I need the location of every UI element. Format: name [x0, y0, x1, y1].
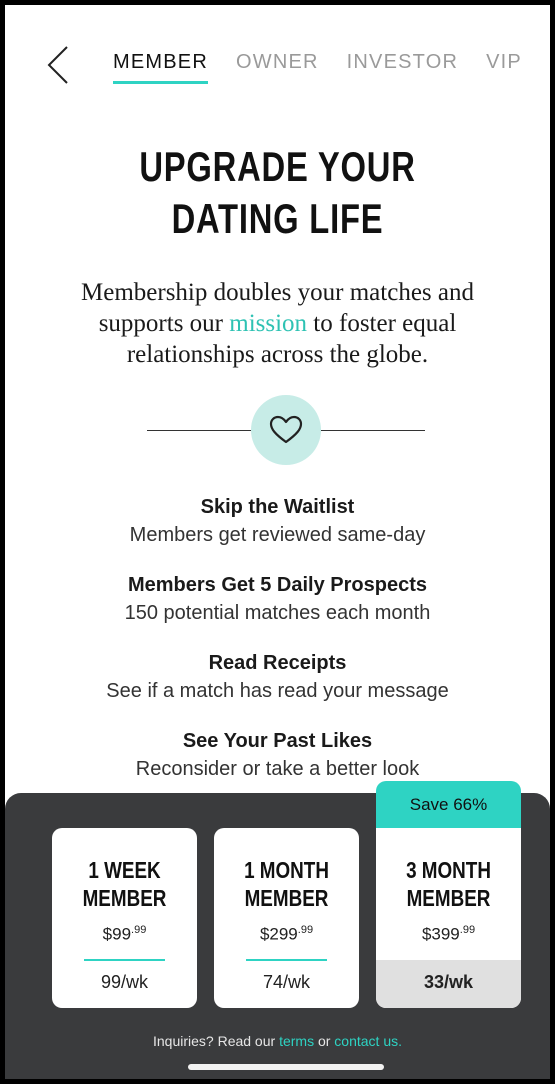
back-button[interactable] [45, 45, 71, 85]
mission-link[interactable]: mission [229, 310, 307, 337]
plan-per-week: 99/wk [100, 972, 149, 992]
tier-tabs: MEMBER OWNER INVESTOR VIP [113, 51, 522, 84]
plan-name-line1: 1 MONTH [244, 857, 329, 883]
tab-member[interactable]: MEMBER [113, 51, 208, 84]
plan-name-line1: 1 WEEK [88, 857, 161, 883]
feature-item: Members Get 5 Daily Prospects 150 potent… [5, 571, 550, 627]
plan-name-line2: MEMBER [406, 885, 491, 911]
price-cents: .99 [297, 924, 314, 936]
intro-text: Membership doubles your matches and supp… [45, 277, 510, 370]
plan-options: 1 WEEK MEMBER $99.99 99/wk 1 MONTH MEMBE… [52, 828, 521, 1008]
inquiries-text: Inquiries? Read our terms or contact us. [5, 1033, 550, 1049]
plan-card-3-month[interactable]: 3 MONTH MEMBER $399.99 33/wk [376, 828, 521, 1008]
feature-item: See Your Past Likes Reconsider or take a… [5, 727, 550, 783]
feature-title: Members Get 5 Daily Prospects [127, 574, 427, 596]
feature-desc: Members get reviewed same-day [129, 524, 426, 546]
contact-link[interactable]: contact us. [334, 1033, 402, 1049]
feature-item: Read Receipts See if a match has read yo… [5, 649, 550, 705]
tab-owner[interactable]: OWNER [236, 51, 319, 84]
tab-vip[interactable]: VIP [486, 51, 522, 84]
divider-line-right [321, 430, 425, 431]
feature-desc: 150 potential matches each month [124, 602, 431, 624]
price-cents: .99 [459, 924, 476, 936]
price-main: $299 [259, 924, 298, 944]
page-title-line2: DATING LIFE [171, 195, 384, 242]
plan-price: $299.99 [214, 924, 359, 945]
feature-list: Skip the Waitlist Members get reviewed s… [5, 493, 550, 805]
home-indicator[interactable] [188, 1064, 384, 1070]
plan-name-line2: MEMBER [82, 885, 167, 911]
chevron-left-icon [47, 46, 68, 84]
plan-per-week: 33/wk [423, 972, 474, 992]
plan-card-1-month[interactable]: 1 MONTH MEMBER $299.99 74/wk [214, 828, 359, 1008]
plan-name: 1 WEEK MEMBER [65, 856, 184, 912]
divider-line-left [147, 430, 251, 431]
feature-title: See Your Past Likes [182, 730, 373, 752]
plan-name-line2: MEMBER [244, 885, 329, 911]
plan-card-1-week[interactable]: 1 WEEK MEMBER $99.99 99/wk [52, 828, 197, 1008]
screen: MEMBER OWNER INVESTOR VIP UPGRADE YOUR D… [5, 5, 550, 1079]
feature-title: Skip the Waitlist [200, 496, 355, 518]
plan-name: 3 MONTH MEMBER [389, 856, 508, 912]
terms-link[interactable]: terms [279, 1033, 314, 1049]
page-title: UPGRADE YOUR DATING LIFE [65, 141, 490, 245]
feature-item: Skip the Waitlist Members get reviewed s… [5, 493, 550, 549]
heart-divider [5, 395, 550, 465]
heart-badge [251, 395, 321, 465]
inquiries-mid: or [314, 1033, 335, 1049]
feature-title: Read Receipts [208, 652, 347, 674]
plan-name-line1: 3 MONTH [406, 857, 491, 883]
plan-per-week: 74/wk [262, 972, 311, 992]
plan-separator [84, 959, 165, 961]
save-badge: Save 66% [376, 781, 521, 828]
inquiries-prefix: Inquiries? Read our [152, 1033, 280, 1049]
page-title-line1: UPGRADE YOUR [139, 143, 416, 190]
feature-desc: See if a match has read your message [106, 680, 449, 702]
plan-name: 1 MONTH MEMBER [227, 856, 346, 912]
price-main: $399 [421, 924, 460, 944]
plan-separator [246, 959, 327, 961]
tab-investor[interactable]: INVESTOR [347, 51, 458, 84]
heart-icon [269, 415, 303, 444]
plan-price: $399.99 [376, 924, 521, 945]
price-main: $99 [102, 924, 132, 944]
feature-desc: Reconsider or take a better look [135, 758, 420, 780]
price-cents: .99 [131, 924, 147, 936]
plan-price: $99.99 [52, 924, 197, 945]
